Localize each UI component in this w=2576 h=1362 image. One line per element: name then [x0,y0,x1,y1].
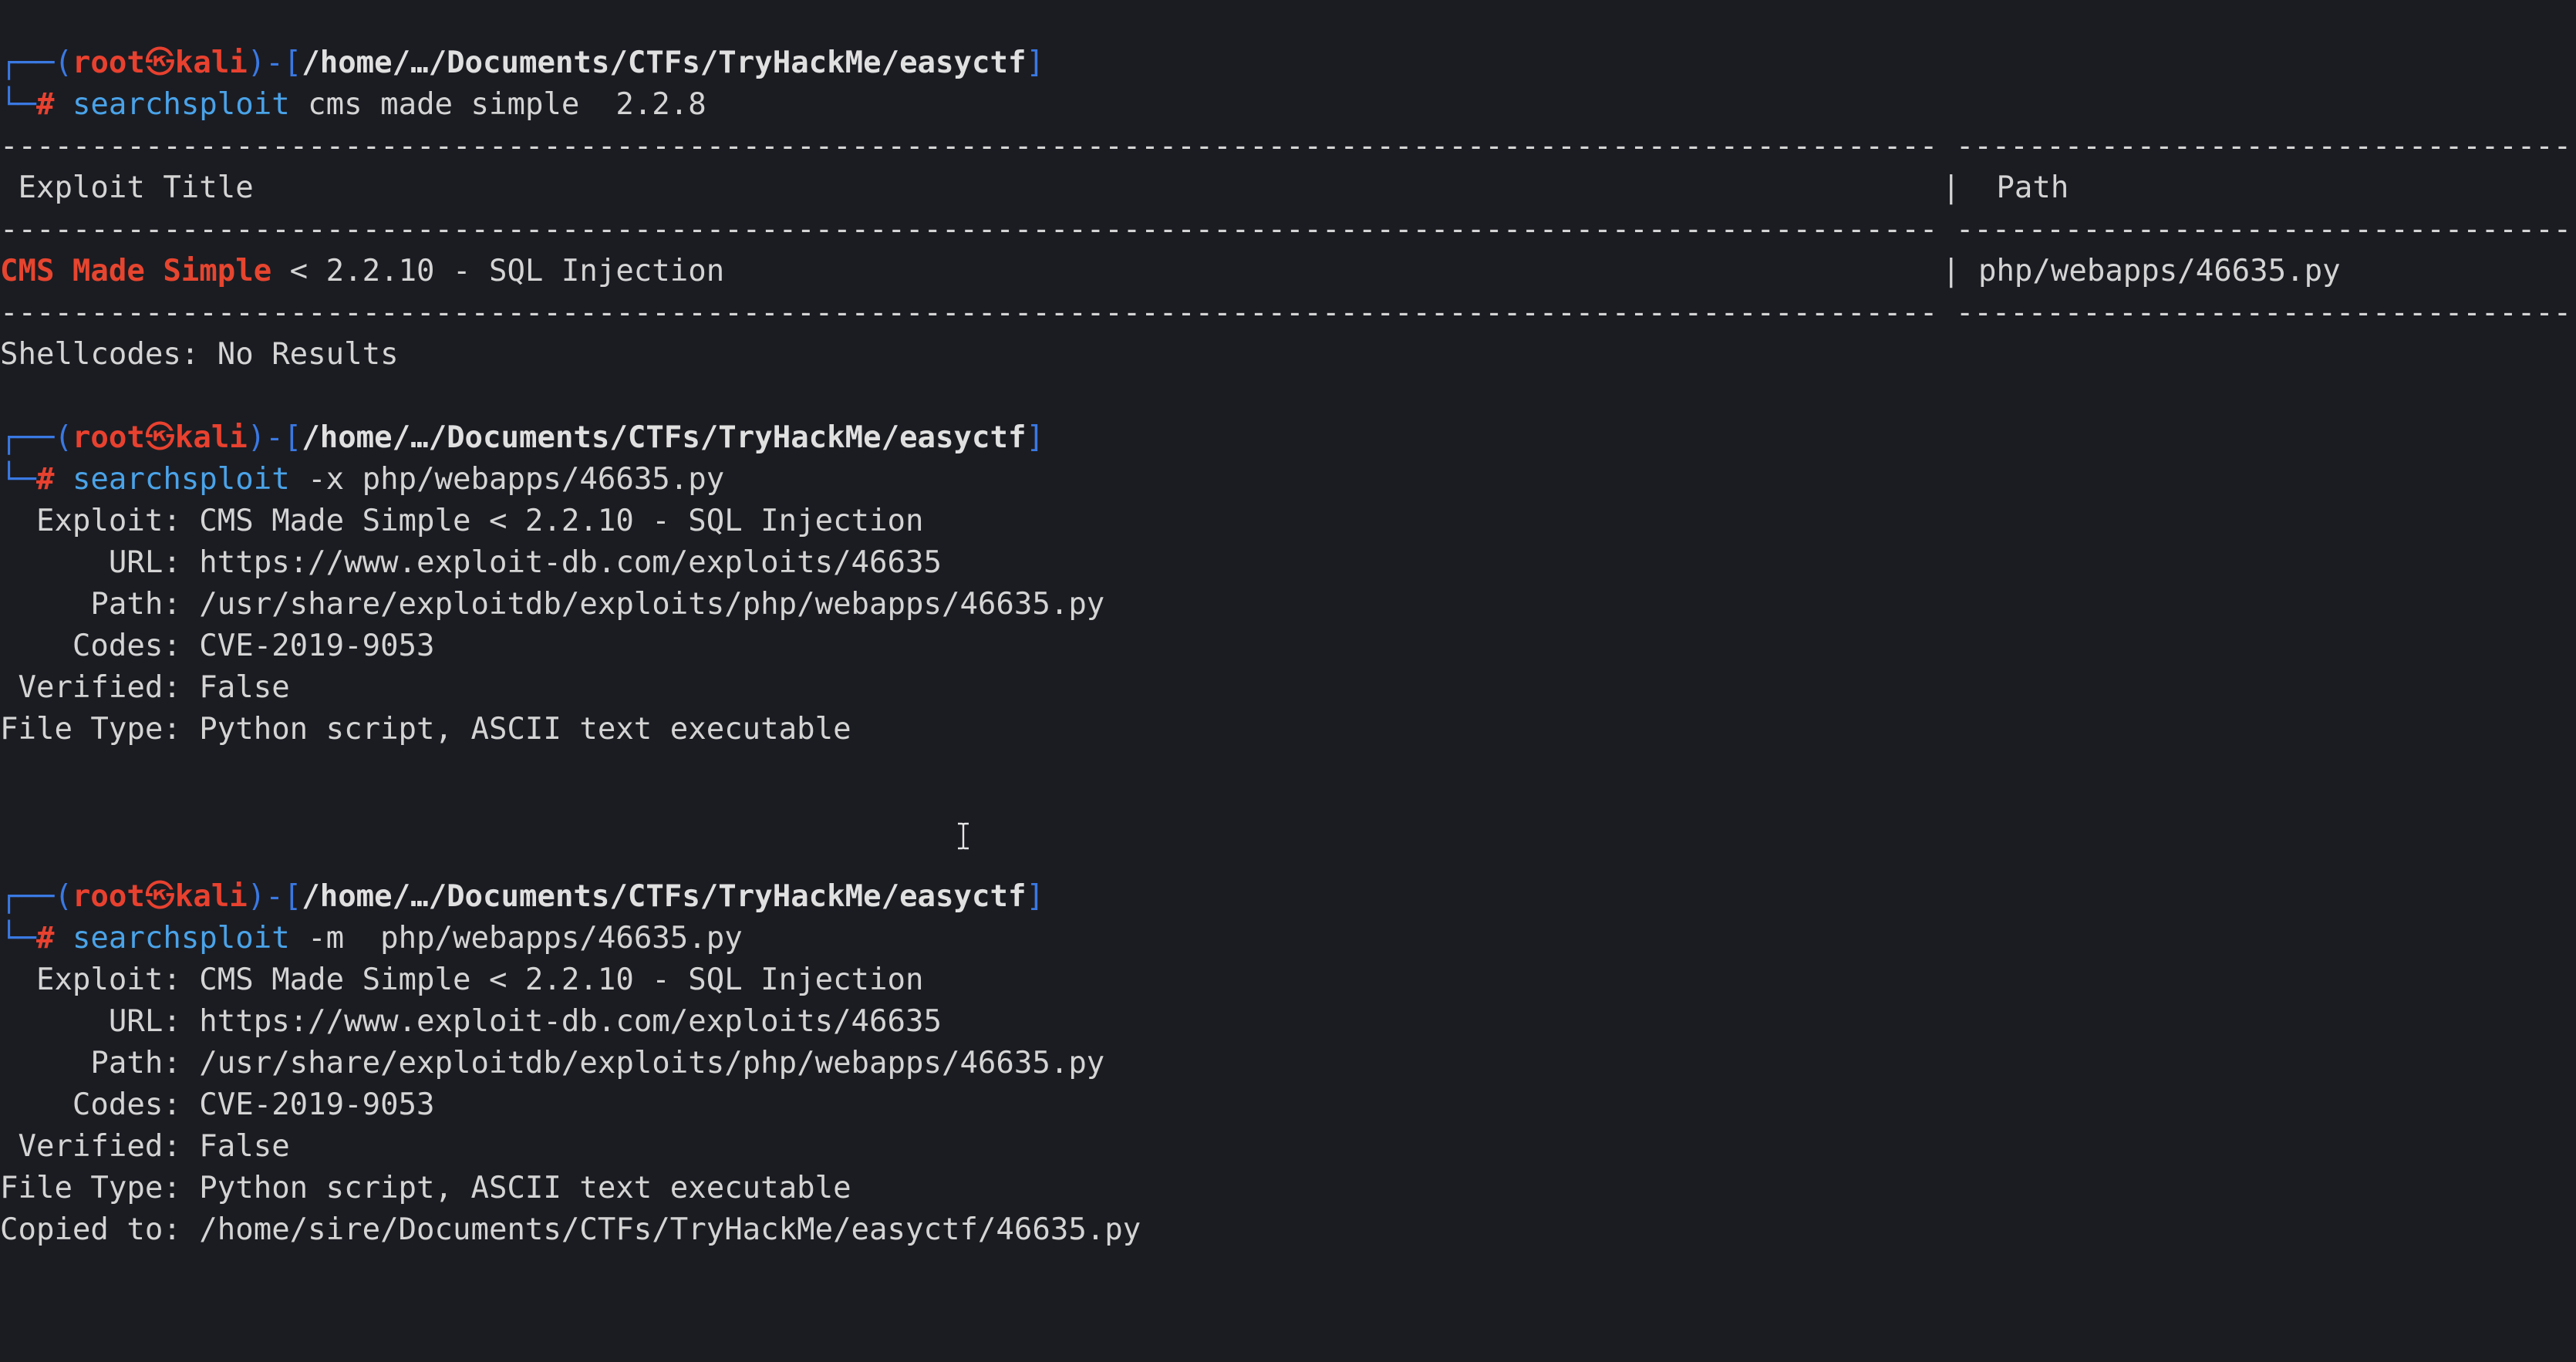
command-line-1: └─# searchsploit cms made simple 2.2.8 [0,87,706,122]
mirror-url: URL: https://www.exploit-db.com/exploits… [0,1004,942,1039]
examine-path: Path: /usr/share/exploitdb/exploits/php/… [0,587,1105,622]
command-line-2: └─# searchsploit -x php/webapps/46635.py [0,462,725,497]
header-exploit-title: Exploit Title [0,170,254,205]
result-title: < 2.2.10 - SQL Injection [271,254,725,288]
mirror-filetype: File Type: Python script, ASCII text exe… [0,1171,851,1205]
skull-icon: ㉿ [144,420,175,455]
table-divider-mid: ----------------------------------------… [0,212,2572,247]
prompt-user: root [72,879,145,914]
text-cursor-icon [958,822,969,850]
table-header: Exploit Title [0,167,254,209]
command-name: searchsploit [72,462,290,497]
mirror-copied-to: Copied to: /home/sire/Documents/CTFs/Try… [0,1212,1141,1247]
table-row: CMS Made Simple < 2.2.10 - SQL Injection [0,251,724,292]
prompt-hash: # [35,921,55,956]
mirror-codes: Codes: CVE-2019-9053 [0,1087,435,1122]
prompt-cwd: /home/…/Documents/CTFs/TryHackMe/easyctf [302,46,1027,80]
command-args: -m php/webapps/46635.py [289,921,743,956]
prompt-host: kali [174,46,248,80]
skull-icon: ㉿ [144,879,175,914]
prompt-cwd: /home/…/Documents/CTFs/TryHackMe/easyctf [302,420,1027,455]
mirror-verified: Verified: False [0,1129,290,1164]
table-divider-top: ----------------------------------------… [0,129,2572,164]
examine-verified: Verified: False [0,670,290,705]
command-args: -x php/webapps/46635.py [289,462,725,497]
prompt-user: root [72,420,145,455]
prompt-host: kali [174,879,248,914]
prompt-cwd: /home/…/Documents/CTFs/TryHackMe/easyctf [302,879,1027,914]
terminal-window[interactable]: ┌──(root㉿kali)-[/home/…/Documents/CTFs/T… [0,0,2576,1362]
prompt-line-3: ┌──(root㉿kali)-[/home/…/Documents/CTFs/T… [0,879,1044,914]
command-name: searchsploit [72,921,290,956]
result-highlight: CMS Made Simple [0,254,272,288]
prompt-user: root [72,46,145,80]
examine-url: URL: https://www.exploit-db.com/exploits… [0,545,942,580]
prompt-host: kali [174,420,248,455]
command-args: cms made simple 2.2.8 [289,87,706,122]
command-line-3: └─# searchsploit -m php/webapps/46635.py [0,921,743,956]
examine-filetype: File Type: Python script, ASCII text exe… [0,712,851,747]
prompt-hash: # [35,87,55,122]
mirror-exploit: Exploit: CMS Made Simple < 2.2.10 - SQL … [0,963,924,997]
mirror-path: Path: /usr/share/exploitdb/exploits/php/… [0,1046,1105,1080]
prompt-line-1: ┌──(root㉿kali)-[/home/…/Documents/CTFs/T… [0,46,1044,80]
skull-icon: ㉿ [144,46,175,80]
table-divider-bottom: ----------------------------------------… [0,295,2572,330]
shellcodes-result: Shellcodes: No Results [0,337,399,372]
prompt-line-2: ┌──(root㉿kali)-[/home/…/Documents/CTFs/T… [0,420,1044,455]
prompt-hash: # [35,462,55,497]
examine-exploit: Exploit: CMS Made Simple < 2.2.10 - SQL … [0,504,924,538]
command-name: searchsploit [72,87,290,122]
header-path: | Path [1942,170,2069,205]
examine-codes: Codes: CVE-2019-9053 [0,629,435,663]
result-path: | php/webapps/46635.py [1942,254,2341,288]
